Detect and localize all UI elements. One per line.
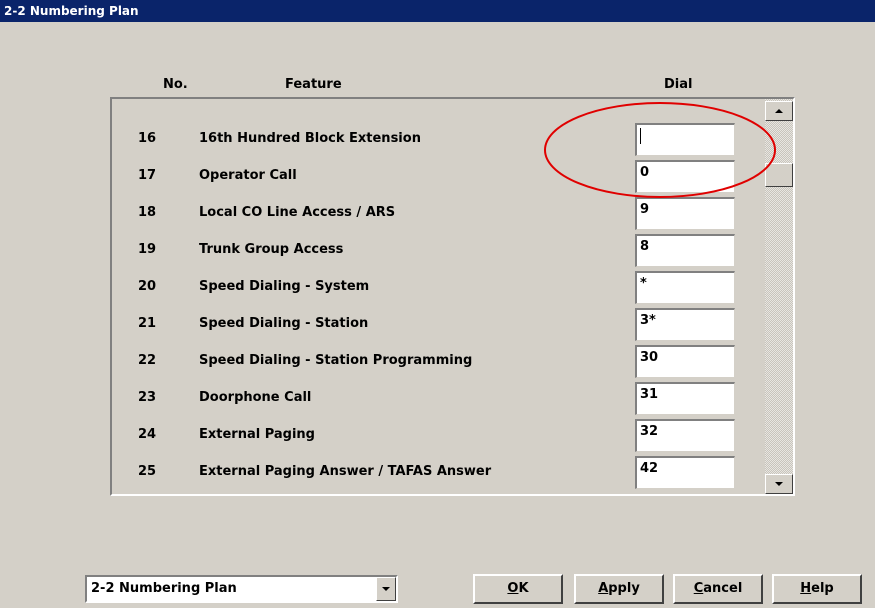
cancel-button[interactable]: Cancel <box>673 574 763 604</box>
row-number: 20 <box>138 279 157 294</box>
scroll-up-button[interactable] <box>765 101 793 121</box>
row-number: 21 <box>138 316 157 331</box>
table-row: 22 Speed Dialing - Station Programming 3… <box>112 345 762 382</box>
text-cursor <box>640 128 641 144</box>
feature-label: Speed Dialing - Station Programming <box>199 353 473 368</box>
row-number: 16 <box>138 131 157 146</box>
row-number: 18 <box>138 205 157 220</box>
feature-label: External Paging Answer / TAFAS Answer <box>199 464 492 479</box>
table-row: 21 Speed Dialing - Station 3* <box>112 308 762 345</box>
feature-label: External Paging <box>199 427 315 442</box>
apply-button[interactable]: Apply <box>574 574 664 604</box>
feature-label: Doorphone Call <box>199 390 312 405</box>
dial-input[interactable]: 31 <box>635 382 735 415</box>
dial-input[interactable]: 9 <box>635 197 735 230</box>
dial-input[interactable] <box>635 123 735 156</box>
page-select-value: 2-2 Numbering Plan <box>91 581 237 596</box>
table-row: 17 Operator Call 0 <box>112 160 762 197</box>
column-header-dial: Dial <box>664 77 693 92</box>
scrollbar-thumb[interactable] <box>765 163 793 187</box>
table-row: 23 Doorphone Call 31 <box>112 382 762 419</box>
row-number: 19 <box>138 242 157 257</box>
dial-input[interactable]: 0 <box>635 160 735 193</box>
table-row: 16 16th Hundred Block Extension <box>112 123 762 160</box>
row-number: 17 <box>138 168 157 183</box>
table-row: 19 Trunk Group Access 8 <box>112 234 762 271</box>
table-row: 25 External Paging Answer / TAFAS Answer… <box>112 456 762 493</box>
row-number: 22 <box>138 353 157 368</box>
feature-list-panel: 16 16th Hundred Block Extension 17 Opera… <box>110 97 795 496</box>
table-row: 18 Local CO Line Access / ARS 9 <box>112 197 762 234</box>
dropdown-arrow-button[interactable] <box>376 577 396 601</box>
row-number: 24 <box>138 427 157 442</box>
dial-input[interactable]: 3* <box>635 308 735 341</box>
column-header-feature: Feature <box>285 77 342 92</box>
vertical-scrollbar[interactable] <box>765 99 793 494</box>
feature-label: 16th Hundred Block Extension <box>199 131 421 146</box>
help-button[interactable]: Help <box>772 574 862 604</box>
page-select-dropdown[interactable]: 2-2 Numbering Plan <box>85 575 398 603</box>
dial-input[interactable]: 32 <box>635 419 735 452</box>
feature-label: Speed Dialing - System <box>199 279 370 294</box>
chevron-down-icon <box>382 587 390 591</box>
window-title: 2-2 Numbering Plan <box>0 0 875 22</box>
dial-input[interactable]: 8 <box>635 234 735 267</box>
dial-input[interactable]: 42 <box>635 456 735 489</box>
feature-label: Trunk Group Access <box>199 242 344 257</box>
table-row: 20 Speed Dialing - System * <box>112 271 762 308</box>
row-number: 23 <box>138 390 157 405</box>
feature-label: Local CO Line Access / ARS <box>199 205 396 220</box>
ok-button[interactable]: OK <box>473 574 563 604</box>
arrow-down-icon <box>775 482 783 486</box>
table-row: 24 External Paging 32 <box>112 419 762 456</box>
scroll-down-button[interactable] <box>765 474 793 494</box>
dial-input[interactable]: 30 <box>635 345 735 378</box>
feature-label: Speed Dialing - Station <box>199 316 369 331</box>
arrow-up-icon <box>775 109 783 113</box>
column-header-no: No. <box>163 77 188 92</box>
dial-input[interactable]: * <box>635 271 735 304</box>
feature-label: Operator Call <box>199 168 297 183</box>
row-number: 25 <box>138 464 157 479</box>
